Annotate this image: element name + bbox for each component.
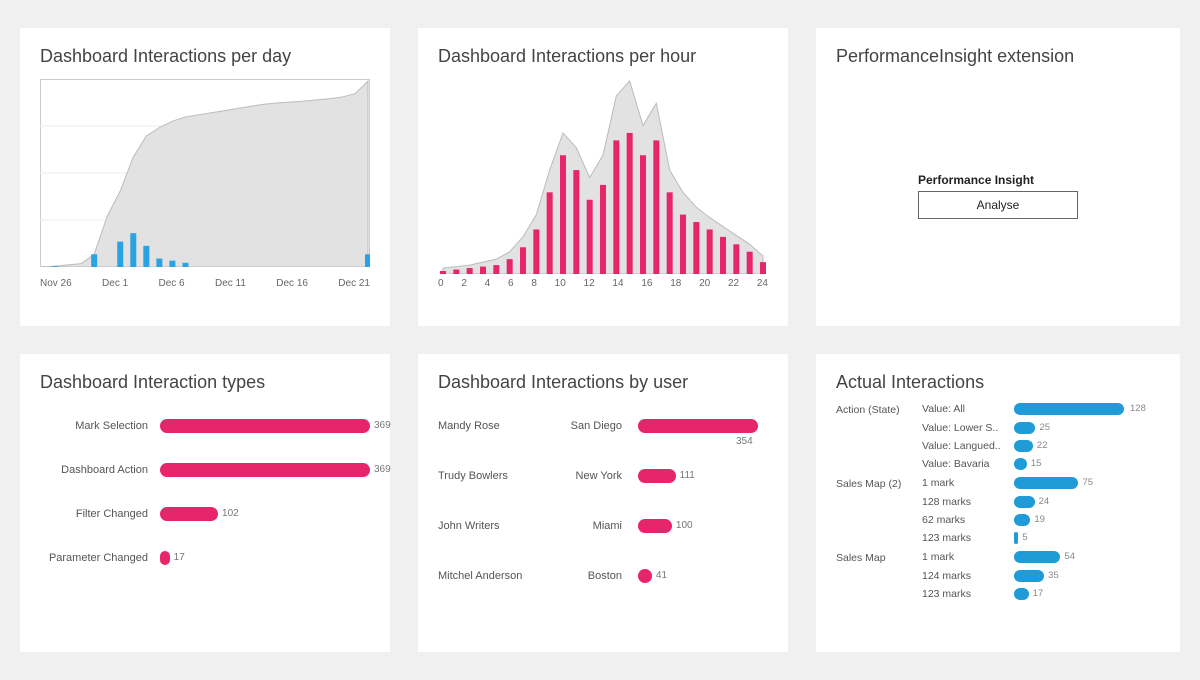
x-tick: 18 <box>670 278 681 289</box>
group-label: Sales Map (2) <box>836 476 922 490</box>
row-bar[interactable]: 19 <box>1014 514 1172 526</box>
row-bar[interactable]: 5 <box>1014 532 1172 544</box>
group-label <box>836 458 922 460</box>
x-tick: 16 <box>641 278 652 289</box>
row-label: 62 marks <box>922 514 1014 526</box>
chart-per-day[interactable] <box>40 79 370 274</box>
type-bar[interactable]: 369 <box>160 463 370 477</box>
row-label: 124 marks <box>922 570 1014 582</box>
group-label <box>836 440 922 442</box>
x-tick: Dec 11 <box>215 278 246 289</box>
card-interactions-per-hour: Dashboard Interactions per hour 02468101… <box>418 28 788 326</box>
card-title: PerformanceInsight extension <box>836 46 1160 67</box>
x-tick: Dec 16 <box>276 278 308 289</box>
user-city: Miami <box>548 520 638 532</box>
row-label: Value: Bavaria <box>922 458 1014 470</box>
card-interactions-by-user: Dashboard Interactions by user Mandy Ros… <box>418 354 788 652</box>
card-title: Dashboard Interactions by user <box>438 372 768 393</box>
row-bar[interactable]: 24 <box>1014 496 1172 508</box>
type-label: Mark Selection <box>40 420 160 432</box>
type-label: Filter Changed <box>40 508 160 520</box>
extension-label: Performance Insight <box>918 173 1078 187</box>
type-label: Dashboard Action <box>40 464 160 476</box>
user-name: John Writers <box>438 520 548 532</box>
row-label: 123 marks <box>922 532 1014 544</box>
group-label <box>836 422 922 424</box>
actual-interactions-scroll[interactable]: Action (State) Value: All 128 Value: Low… <box>836 402 1172 640</box>
x-axis-per-hour: 024681012141618202224 <box>438 278 768 289</box>
group-label: Sales Map <box>836 550 922 564</box>
x-tick: 2 <box>461 278 467 289</box>
x-tick: Dec 21 <box>338 278 370 289</box>
group-label <box>836 496 922 498</box>
x-tick: 8 <box>531 278 537 289</box>
user-name: Trudy Bowlers <box>438 470 548 482</box>
x-axis-per-day: Nov 26 Dec 1 Dec 6 Dec 11 Dec 16 Dec 21 <box>40 278 370 289</box>
card-title: Dashboard Interactions per hour <box>438 46 768 67</box>
user-city: Boston <box>548 570 638 582</box>
user-city: San Diego <box>548 420 638 432</box>
x-tick: 6 <box>508 278 514 289</box>
user-bar[interactable]: 41 <box>638 569 768 583</box>
user-city: New York <box>548 470 638 482</box>
group-label: Action (State) <box>836 402 922 416</box>
type-label: Parameter Changed <box>40 552 160 564</box>
x-tick: 14 <box>612 278 623 289</box>
row-label: 1 mark <box>922 551 1014 563</box>
card-interactions-per-day: Dashboard Interactions per day Nov 26 Dec… <box>20 28 390 326</box>
user-name: Mitchel Anderson <box>438 570 548 582</box>
x-tick: Dec 1 <box>102 278 128 289</box>
x-tick: 22 <box>728 278 739 289</box>
x-tick: Dec 6 <box>159 278 185 289</box>
user-bar[interactable]: 354 <box>638 419 768 433</box>
group-label <box>836 570 922 572</box>
card-title: Actual Interactions <box>836 372 1160 393</box>
interaction-types-chart[interactable]: Mark Selection 369 Dashboard Action 369 … <box>40 419 370 565</box>
group-label <box>836 514 922 516</box>
row-bar[interactable]: 15 <box>1014 458 1172 470</box>
group-label <box>836 588 922 590</box>
row-label: Value: All <box>922 403 1014 415</box>
x-tick: 10 <box>555 278 566 289</box>
type-bar[interactable]: 369 <box>160 419 370 433</box>
interactions-by-user-chart[interactable]: Mandy Rose San Diego 354 Trudy Bowlers N… <box>438 419 768 583</box>
user-name: Mandy Rose <box>438 420 548 432</box>
row-label: 123 marks <box>922 588 1014 600</box>
row-bar[interactable]: 22 <box>1014 440 1172 452</box>
x-tick: Nov 26 <box>40 278 72 289</box>
card-interaction-types: Dashboard Interaction types Mark Selecti… <box>20 354 390 652</box>
row-bar[interactable]: 35 <box>1014 570 1172 582</box>
group-label <box>836 532 922 534</box>
user-bar[interactable]: 111 <box>638 469 768 483</box>
type-bar[interactable]: 17 <box>160 551 370 565</box>
row-bar[interactable]: 54 <box>1014 551 1172 563</box>
x-tick: 0 <box>438 278 444 289</box>
row-label: Value: Langued.. <box>922 440 1014 452</box>
x-tick: 20 <box>699 278 710 289</box>
x-tick: 12 <box>584 278 595 289</box>
row-label: 128 marks <box>922 496 1014 508</box>
x-tick: 24 <box>757 278 768 289</box>
actual-interactions-chart[interactable]: Action (State) Value: All 128 Value: Low… <box>836 402 1172 600</box>
row-bar[interactable]: 128 <box>1014 403 1172 415</box>
x-tick: 4 <box>485 278 491 289</box>
row-bar[interactable]: 17 <box>1014 588 1172 600</box>
row-label: Value: Lower S.. <box>922 422 1014 434</box>
type-bar[interactable]: 102 <box>160 507 370 521</box>
card-title: Dashboard Interaction types <box>40 372 370 393</box>
row-label: 1 mark <box>922 477 1014 489</box>
card-extension: PerformanceInsight extension Performance… <box>816 28 1180 326</box>
row-bar[interactable]: 75 <box>1014 477 1172 489</box>
analyse-button[interactable]: Analyse <box>918 191 1078 219</box>
row-bar[interactable]: 25 <box>1014 422 1172 434</box>
card-title: Dashboard Interactions per day <box>40 46 370 67</box>
card-actual-interactions: Actual Interactions Action (State) Value… <box>816 354 1180 652</box>
chart-per-hour[interactable] <box>438 79 768 274</box>
user-bar[interactable]: 100 <box>638 519 768 533</box>
